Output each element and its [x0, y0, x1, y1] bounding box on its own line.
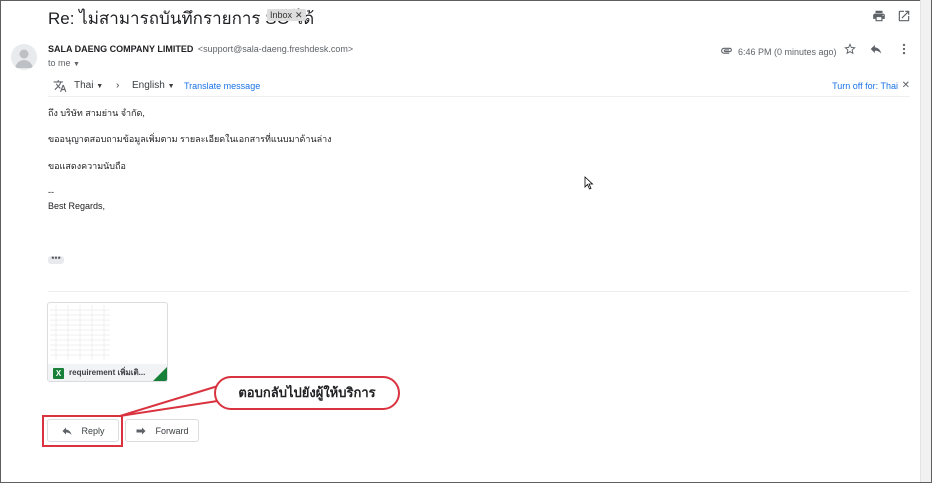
sender-line: SALA DAENG COMPANY LIMITED <support@sala…: [48, 44, 353, 54]
turn-off-translation-link[interactable]: Turn off for: Thai: [832, 81, 898, 91]
excel-corner-icon: [153, 367, 167, 381]
more-options-icon[interactable]: [897, 42, 911, 56]
attachment-card[interactable]: X requirement เพิ่มเติ...: [47, 302, 168, 382]
sender-avatar: [11, 44, 37, 70]
forward-arrow-icon: [136, 427, 146, 434]
forward-button-label: Forward: [155, 425, 189, 436]
spreadsheet-thumbnail: [50, 305, 110, 360]
email-time: 6:46 PM (0 minutes ago): [738, 46, 837, 57]
body-line-1: ขออนุญาตสอบถามข้อมูลเพิ่มตาม รายละเอียดใ…: [48, 134, 332, 144]
recipient-text: to me: [48, 58, 71, 68]
close-translate-icon[interactable]: ✕: [902, 80, 910, 91]
arrow-right-icon: ›: [116, 80, 120, 91]
turn-off-text: Turn off for: Thai: [832, 81, 898, 91]
vertical-scrollbar[interactable]: [920, 0, 931, 482]
translate-icon: [53, 79, 67, 96]
target-language-select[interactable]: English ▼: [132, 80, 175, 91]
forward-button[interactable]: Forward: [125, 419, 199, 442]
attachment-clip-icon: [720, 44, 733, 59]
open-new-window-icon[interactable]: [897, 9, 911, 23]
body-closing: ขอแสดงความนับถือ: [48, 161, 126, 171]
reply-highlight-box: [42, 415, 123, 447]
remove-label-icon[interactable]: ✕: [295, 10, 303, 20]
inbox-label-chip[interactable]: Inbox ✕: [267, 9, 306, 21]
attachment-label: X requirement เพิ่มเติ...: [48, 364, 167, 381]
caret-down-icon: ▼: [167, 83, 175, 90]
show-trimmed-content-button[interactable]: •••: [48, 254, 64, 264]
signature-text: Best Regards,: [48, 201, 106, 211]
target-language-value: English: [132, 80, 165, 91]
signature-dash: --: [48, 187, 54, 197]
body-greeting: ถึง บริษัท สามย่าน จำกัด,: [48, 108, 145, 118]
caret-down-icon: ▼: [96, 83, 104, 90]
annotation-callout: ตอบกลับไปยังผู้ให้บริการ: [214, 376, 400, 410]
attachment-filename: requirement เพิ่มเติ...: [69, 368, 146, 377]
translate-message-link[interactable]: Translate message: [184, 81, 260, 91]
print-icon[interactable]: [872, 9, 886, 23]
sender-name[interactable]: SALA DAENG COMPANY LIMITED: [48, 44, 193, 54]
source-language-select[interactable]: Thai ▼: [74, 80, 103, 91]
recipient-details[interactable]: to me ▼: [48, 58, 80, 68]
star-icon[interactable]: [843, 42, 857, 56]
mouse-cursor-icon: [584, 176, 594, 190]
attachment-divider: [48, 291, 910, 292]
excel-file-icon: X: [53, 368, 64, 379]
sender-email: <support@sala-daeng.freshdesk.com>: [197, 44, 354, 54]
timestamp-area: 6:46 PM (0 minutes ago): [720, 44, 837, 59]
window-frame: [0, 0, 932, 483]
chevron-down-icon[interactable]: ▼: [73, 61, 80, 68]
inbox-label-text: Inbox: [270, 10, 293, 20]
source-language-value: Thai: [74, 80, 94, 91]
reply-icon[interactable]: [869, 42, 883, 56]
translate-bar: Thai ▼ › English ▼ Translate message Tur…: [48, 77, 910, 97]
